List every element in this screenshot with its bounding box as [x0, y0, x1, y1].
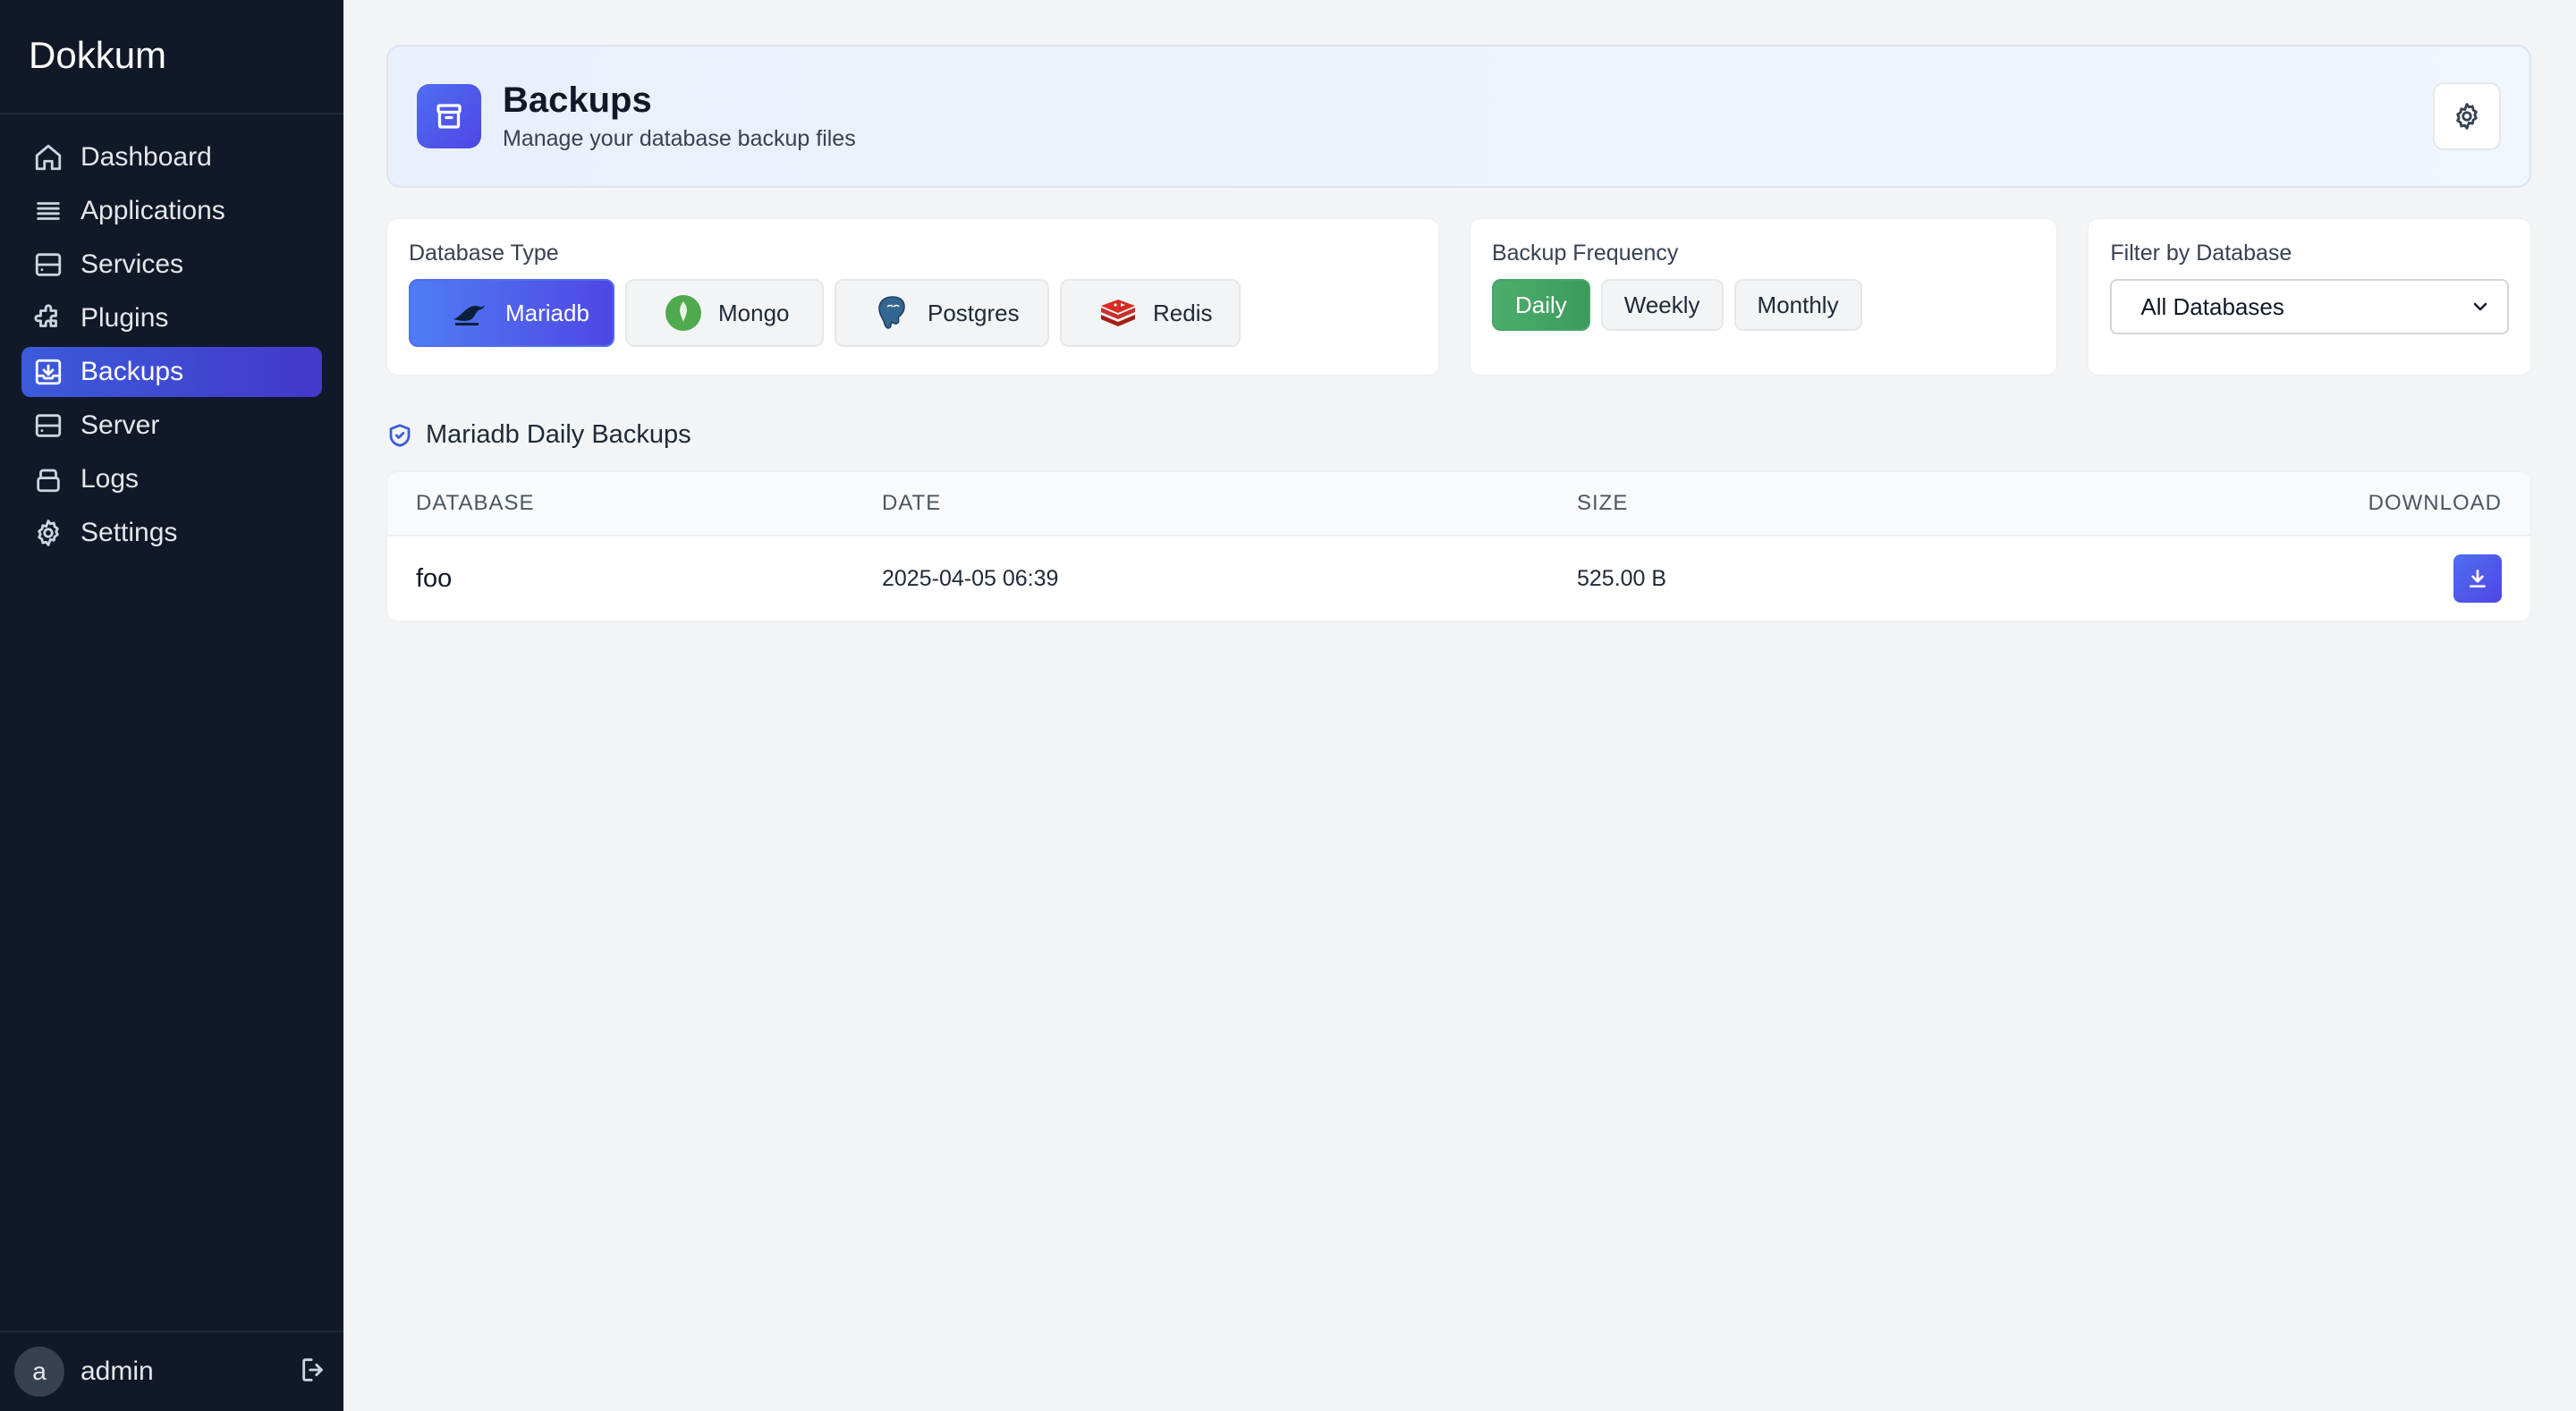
- table-row: foo 2025-04-05 06:39 525.00 B: [387, 537, 2530, 621]
- page-subtitle: Manage your database backup files: [503, 126, 856, 151]
- sidebar-item-dashboard[interactable]: Dashboard: [21, 132, 322, 182]
- server-icon: [32, 249, 64, 281]
- db-option-mongo[interactable]: Mongo: [625, 279, 824, 347]
- sidebar-item-settings[interactable]: Settings: [21, 508, 322, 558]
- page-title: Backups: [503, 80, 652, 120]
- sidebar-item-backups[interactable]: Backups: [21, 347, 322, 397]
- section-title-label: Mariadb Daily Backups: [426, 420, 691, 449]
- puzzle-icon: [32, 302, 64, 334]
- sidebar-item-logs[interactable]: Logs: [21, 454, 322, 504]
- db-option-redis[interactable]: Redis: [1060, 279, 1241, 347]
- sidebar-item-label: Server: [80, 410, 160, 440]
- section-title: Mariadb Daily Backups: [386, 420, 2531, 450]
- page-header: Backups Manage your database backup file…: [386, 45, 2531, 188]
- sidebar-item-label: Applications: [80, 196, 225, 225]
- backup-frequency-card: Backup Frequency Daily Weekly Monthly: [1469, 218, 2058, 376]
- frequency-option-daily[interactable]: Daily: [1491, 279, 1590, 331]
- sidebar-item-services[interactable]: Services: [21, 240, 322, 290]
- sidebar-item-label: Settings: [80, 518, 178, 547]
- database-filter-label: Filter by Database: [2110, 241, 2292, 266]
- gear-icon: [32, 517, 64, 549]
- sidebar-item-plugins[interactable]: Plugins: [21, 293, 322, 343]
- gear-icon: [2452, 101, 2482, 131]
- mongo-logo-icon: [663, 292, 704, 334]
- sidebar-nav: Dashboard Applications Services Plugins …: [0, 114, 343, 1331]
- cell-date: 2025-04-05 06:39: [882, 565, 1059, 591]
- avatar[interactable]: a: [14, 1347, 64, 1397]
- db-option-postgres[interactable]: Postgres: [835, 279, 1049, 347]
- column-header-database: DATABASE: [416, 491, 535, 515]
- archive-icon: [417, 84, 481, 148]
- download-button[interactable]: [2453, 554, 2502, 603]
- download-icon: [2466, 567, 2489, 590]
- cell-size: 525.00 B: [1577, 565, 1667, 591]
- db-option-label: Mongo: [718, 299, 790, 326]
- column-header-date: DATE: [882, 491, 942, 515]
- chevron-down-icon: [2470, 296, 2491, 317]
- sidebar: Dokkum Dashboard Applications Services P…: [0, 0, 343, 1411]
- username: admin: [80, 1356, 154, 1386]
- sidebar-item-server[interactable]: Server: [21, 401, 322, 451]
- settings-button[interactable]: [2433, 82, 2501, 150]
- db-option-label: Postgres: [928, 299, 1020, 326]
- column-header-size: SIZE: [1577, 491, 1629, 515]
- database-type-card: Database Type Mariadb Mongo Postgres Red…: [386, 218, 1439, 376]
- list-icon: [32, 195, 64, 227]
- server-icon: [32, 410, 64, 442]
- db-option-label: Mariadb: [505, 299, 589, 326]
- mariadb-logo-icon: [450, 292, 491, 334]
- sidebar-item-label: Logs: [80, 464, 140, 494]
- backup-frequency-label: Backup Frequency: [1491, 241, 1679, 266]
- redis-logo-icon: [1097, 292, 1139, 334]
- sidebar-item-label: Plugins: [80, 303, 169, 333]
- column-header-download: DOWNLOAD: [2368, 491, 2502, 515]
- logout-icon[interactable]: [299, 1355, 329, 1390]
- sidebar-item-label: Services: [80, 249, 184, 279]
- frequency-option-weekly[interactable]: Weekly: [1600, 279, 1724, 331]
- table-header: DATABASE DATE SIZE DOWNLOAD: [387, 472, 2530, 537]
- backups-table: DATABASE DATE SIZE DOWNLOAD foo 2025-04-…: [386, 471, 2531, 621]
- shield-check-icon: [386, 422, 426, 449]
- frequency-option-monthly[interactable]: Monthly: [1733, 279, 1862, 331]
- db-option-label: Redis: [1153, 299, 1213, 326]
- database-filter-card: Filter by Database All Databases: [2088, 218, 2531, 376]
- db-option-mariadb[interactable]: Mariadb: [409, 279, 614, 347]
- filters-row: Database Type Mariadb Mongo Postgres Red…: [386, 218, 2531, 376]
- sidebar-item-label: Backups: [80, 357, 184, 386]
- main-content: Backups Manage your database backup file…: [343, 0, 2576, 1411]
- postgres-logo-icon: [872, 292, 913, 334]
- logs-icon: [32, 463, 64, 495]
- cell-database: foo: [416, 563, 453, 593]
- database-filter-value: All Databases: [2140, 292, 2284, 320]
- brand-title: Dokkum: [0, 0, 343, 114]
- database-filter-select[interactable]: All Databases: [2110, 279, 2509, 334]
- backup-icon: [32, 356, 64, 388]
- home-icon: [32, 141, 64, 173]
- database-type-label: Database Type: [409, 241, 559, 266]
- user-panel: a admin: [0, 1331, 343, 1411]
- sidebar-item-label: Dashboard: [80, 142, 212, 172]
- sidebar-item-applications[interactable]: Applications: [21, 186, 322, 236]
